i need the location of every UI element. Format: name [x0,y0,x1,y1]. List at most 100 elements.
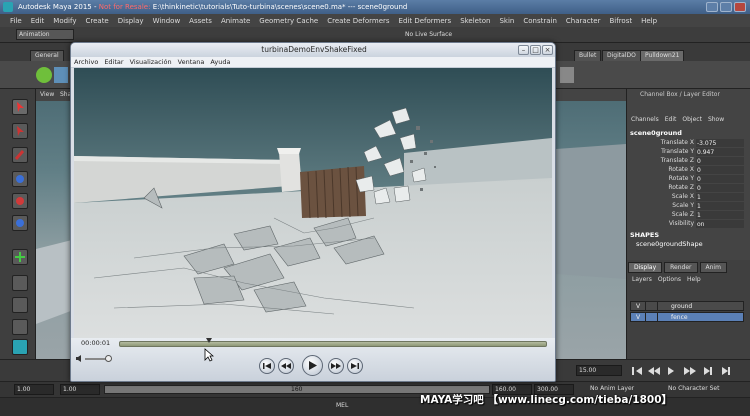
shelf-icon[interactable] [560,67,574,83]
close-button[interactable] [734,2,746,12]
volume-knob[interactable] [105,355,112,362]
last-tool-icon[interactable] [12,275,28,291]
attr-value[interactable]: 0 [696,156,744,165]
layer-color-swatch[interactable] [657,313,667,321]
layer-playback-toggle[interactable] [645,313,655,321]
attr-value[interactable]: 1 [696,192,744,201]
attr-value[interactable]: 0.947 [696,147,744,156]
media-player-window[interactable]: turbinaDemoEnvShakeFixed – □ × Archivo E… [70,42,556,382]
attr-row[interactable]: Scale X1 [628,192,746,201]
video-frame[interactable] [74,68,552,338]
range-start-field[interactable]: 1.00 [14,384,54,395]
attr-value[interactable]: 0 [696,183,744,192]
playback-controls[interactable] [630,365,746,377]
select-tool-icon[interactable] [12,99,28,115]
menu-create-deformers[interactable]: Create Deformers [327,17,389,25]
attr-value[interactable]: 0 [696,174,744,183]
viewport-menu-view[interactable]: View [40,91,54,98]
mel-label[interactable]: MEL [336,402,348,409]
player-menu-editar[interactable]: Editar [104,57,123,67]
cb-tab-edit[interactable]: Edit [665,114,677,125]
attr-value[interactable]: 0 [696,165,744,174]
attr-row[interactable]: Rotate X0 [628,165,746,174]
shape-node-name[interactable]: scene0groundShape [636,240,703,248]
attr-row[interactable]: Translate Z0 [628,156,746,165]
layer-menu-help[interactable]: Help [687,276,701,283]
player-playhead[interactable] [205,338,212,343]
layout-single-icon[interactable] [12,297,28,313]
menu-skin[interactable]: Skin [499,17,514,25]
cb-tab-object[interactable]: Object [682,114,702,125]
attr-value[interactable]: -3.075 [696,138,744,147]
layer-tab-anim[interactable]: Anim [699,262,727,273]
layer-visibility-toggle[interactable]: V [633,302,643,310]
fast-forward-button[interactable] [328,358,344,374]
menu-assets[interactable]: Assets [189,17,212,25]
menu-skeleton[interactable]: Skeleton [460,17,490,25]
player-close-button[interactable]: × [542,45,553,55]
anim-layer-select[interactable]: No Anim Layer [590,385,634,392]
layer-tab-display[interactable]: Display [628,262,663,273]
sphere-shelf-icon[interactable] [36,67,52,83]
skip-start-button[interactable] [259,358,275,374]
minimize-button[interactable] [706,2,718,12]
menu-character[interactable]: Character [566,17,601,25]
menu-constrain[interactable]: Constrain [523,17,557,25]
current-frame-field[interactable]: 15.00 [576,365,622,376]
outliner-icon[interactable] [12,339,28,355]
layer-tab-render[interactable]: Render [664,262,698,273]
attr-row[interactable]: Scale Y1 [628,201,746,210]
attr-row[interactable]: Translate X -3.075 [628,138,746,147]
menu-modify[interactable]: Modify [53,17,76,25]
maximize-button[interactable] [720,2,732,12]
attr-row[interactable]: Scale Z1 [628,210,746,219]
cube-shelf-icon[interactable] [54,67,68,83]
layer-playback-toggle[interactable] [645,302,655,310]
player-menu-archivo[interactable]: Archivo [74,57,98,67]
menu-edit-deformers[interactable]: Edit Deformers [399,17,452,25]
layer-row[interactable]: V fence [630,312,744,322]
layer-color-swatch[interactable] [657,302,667,310]
menu-animate[interactable]: Animate [221,17,250,25]
skip-end-button[interactable] [347,358,363,374]
volume-icon[interactable] [75,354,84,363]
attr-row[interactable]: Rotate Y0 [628,174,746,183]
layer-menu-options[interactable]: Options [658,276,681,283]
menu-create[interactable]: Create [85,17,108,25]
rotate-tool-icon[interactable] [12,193,28,209]
attr-row[interactable]: Rotate Z0 [628,183,746,192]
attr-value[interactable]: 1 [696,201,744,210]
rewind-button[interactable] [278,358,294,374]
layer-name[interactable]: ground [671,302,692,311]
attr-row[interactable]: Translate Y 0.947 [628,147,746,156]
menu-help[interactable]: Help [641,17,657,25]
player-minimize-button[interactable]: – [518,45,529,55]
layer-row[interactable]: V ground [630,301,744,311]
player-menu-visualizacion[interactable]: Visualización [130,57,172,67]
player-progress-track[interactable] [119,341,547,347]
attr-value[interactable]: 1 [696,210,744,219]
lasso-tool-icon[interactable] [12,123,28,139]
attr-row[interactable]: Visibility on [628,219,746,228]
menu-bifrost[interactable]: Bifrost [609,17,632,25]
player-menu-ayuda[interactable]: Ayuda [210,57,230,67]
move-tool-icon[interactable] [12,171,28,187]
range-start-field-2[interactable]: 1.00 [60,384,100,395]
cb-tab-channels[interactable]: Channels [631,114,659,125]
character-set-select[interactable]: No Character Set [668,385,719,392]
menu-edit[interactable]: Edit [31,17,45,25]
layer-visibility-toggle[interactable]: V [633,313,643,321]
menu-geometry-cache[interactable]: Geometry Cache [259,17,318,25]
cb-tab-show[interactable]: Show [708,114,724,125]
manipulator-tool-icon[interactable] [12,249,28,265]
menu-file[interactable]: File [10,17,22,25]
layer-name[interactable]: fence [671,313,688,322]
player-maximize-button[interactable]: □ [530,45,541,55]
layout-four-icon[interactable] [12,319,28,335]
paint-select-icon[interactable] [12,147,28,163]
menu-window[interactable]: Window [153,17,181,25]
menu-display[interactable]: Display [118,17,144,25]
live-surface-label[interactable]: No Live Surface [405,29,452,40]
layer-menu-layers[interactable]: Layers [632,276,652,283]
play-button[interactable] [302,355,323,376]
